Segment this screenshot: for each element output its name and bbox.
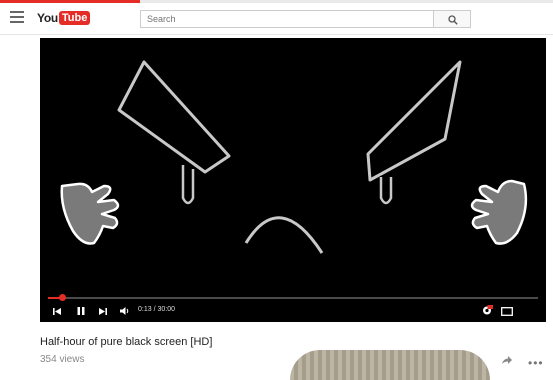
search-input[interactable] bbox=[140, 10, 434, 28]
right-eyebrow bbox=[366, 60, 462, 182]
right-eye bbox=[379, 177, 393, 205]
menu-icon[interactable] bbox=[10, 11, 24, 23]
next-icon[interactable] bbox=[98, 307, 108, 316]
search-button[interactable] bbox=[433, 10, 471, 28]
mouth bbox=[244, 216, 324, 254]
logo-text-tube: Tube bbox=[58, 11, 91, 25]
pause-icon[interactable] bbox=[76, 306, 86, 316]
search-icon bbox=[448, 15, 458, 25]
progress-scrubber[interactable] bbox=[59, 294, 66, 301]
left-hand bbox=[60, 182, 120, 245]
time-display: 0:13 / 30:00 bbox=[138, 306, 175, 313]
progress-bar[interactable] bbox=[48, 294, 538, 301]
left-eyebrow bbox=[117, 60, 231, 174]
share-icon[interactable] bbox=[501, 355, 513, 365]
video-title: Half-hour of pure black screen [HD] bbox=[40, 336, 213, 348]
video-player[interactable]: 0:13 / 30:00 bbox=[40, 38, 546, 322]
page-right-edge bbox=[549, 150, 553, 340]
left-eye bbox=[181, 165, 195, 205]
volume-icon[interactable] bbox=[119, 306, 130, 316]
masthead: You Tube bbox=[0, 3, 553, 35]
right-hand bbox=[470, 179, 528, 245]
settings-icon[interactable] bbox=[481, 305, 493, 316]
youtube-logo[interactable]: You Tube bbox=[37, 10, 91, 26]
more-icon[interactable]: ••• bbox=[528, 356, 544, 370]
view-count: 354 views bbox=[40, 354, 85, 365]
video-frame bbox=[60, 60, 528, 254]
prev-icon[interactable] bbox=[52, 307, 62, 316]
channel-avatar[interactable] bbox=[290, 350, 490, 380]
logo-text-you: You bbox=[37, 11, 58, 25]
theater-icon[interactable] bbox=[501, 307, 513, 316]
